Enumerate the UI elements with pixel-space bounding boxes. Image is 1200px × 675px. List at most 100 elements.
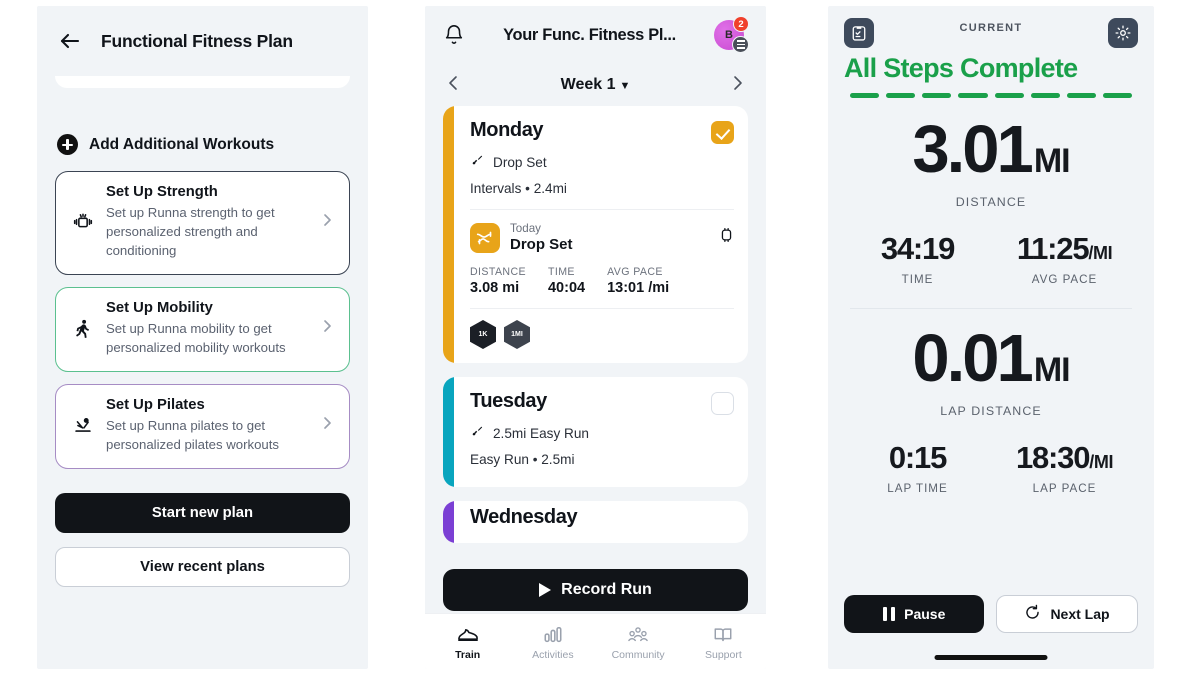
- time-metric: 34:19 TIME: [844, 231, 991, 286]
- day-card-monday[interactable]: Monday Drop Set Intervals • 2.4mi Today …: [443, 106, 748, 363]
- day-workout-row: Drop Set: [470, 152, 734, 172]
- setup-card-pilates-desc: Set up Runna pilates to get personalized…: [106, 418, 279, 452]
- stat-distance-label: DISTANCE: [470, 266, 526, 278]
- lap-pace-metric: 18:30/MI LAP PACE: [991, 440, 1138, 495]
- panel2-header: Your Func. Fitness Pl... B 2: [425, 6, 766, 64]
- week-selector[interactable]: Week 1 ▼: [465, 76, 726, 94]
- record-run-button[interactable]: Record Run: [443, 569, 748, 611]
- tab-train-label: Train: [455, 648, 481, 661]
- workout-thumb-icon: [470, 222, 500, 253]
- day-card-tuesday[interactable]: Tuesday 2.5mi Easy Run Easy Run • 2.5mi: [443, 377, 748, 487]
- day-stripe: [443, 106, 454, 363]
- avg-pace-value: 11:25: [1016, 230, 1090, 266]
- lap-distance-metric: 0.01 MI LAP DISTANCE: [844, 325, 1138, 418]
- setup-card-pilates-body: Set Up Pilates Set up Runna pilates to g…: [106, 397, 309, 454]
- day-card-body: Monday Drop Set Intervals • 2.4mi Today …: [454, 106, 748, 363]
- bell-icon[interactable]: [443, 24, 465, 46]
- next-lap-label: Next Lap: [1050, 606, 1110, 622]
- stat-time-value: 40:04: [547, 280, 586, 296]
- gear-icon[interactable]: [1108, 18, 1138, 48]
- time-label: TIME: [901, 272, 934, 286]
- lap-distance-value: 0.01: [912, 320, 1033, 396]
- day-complete-checkbox[interactable]: [711, 121, 734, 144]
- step-dash: [922, 93, 952, 98]
- day-name: Monday: [470, 119, 544, 141]
- distance-value-row: 3.01 MI: [844, 116, 1138, 183]
- dumbbell-icon: [70, 210, 96, 234]
- day-card-body: Tuesday 2.5mi Easy Run Easy Run • 2.5mi: [454, 377, 748, 487]
- chevron-right-icon[interactable]: [726, 74, 746, 96]
- setup-card-strength[interactable]: Set Up Strength Set up Runna strength to…: [55, 171, 350, 275]
- lap-distance-unit: MI: [1033, 350, 1071, 389]
- avg-pace-value-row: 11:25/MI: [991, 231, 1138, 267]
- step-dash: [958, 93, 988, 98]
- setup-card-strength-body: Set Up Strength Set up Runna strength to…: [106, 184, 309, 260]
- runner-icon: [70, 317, 96, 341]
- tab-activities[interactable]: Activities: [510, 623, 595, 661]
- arrow-left-icon[interactable]: [57, 28, 83, 54]
- current-kicker: CURRENT: [959, 22, 1023, 34]
- setup-card-mobility-desc: Set up Runna mobility to get personalize…: [106, 321, 286, 355]
- activity-name: Drop Set: [510, 236, 573, 253]
- step-dash: [1030, 93, 1060, 98]
- chevron-left-icon[interactable]: [445, 74, 465, 96]
- setup-card-mobility-body: Set Up Mobility Set up Runna mobility to…: [106, 300, 309, 357]
- home-indicator: [934, 655, 1048, 660]
- tab-community[interactable]: Community: [596, 623, 681, 661]
- lap-pace-unit: /MI: [1089, 451, 1114, 472]
- day-card-wednesday[interactable]: Wednesday: [443, 501, 748, 543]
- pause-label: Pause: [904, 606, 946, 622]
- activity-when: Today: [510, 222, 541, 235]
- people-icon: [596, 623, 681, 647]
- activity-stats: DISTANCE 3.08 mi TIME 40:04 AVG PACE 13:…: [470, 253, 734, 296]
- lap-time-label: LAP TIME: [887, 481, 948, 495]
- avatar[interactable]: B 2: [714, 16, 749, 53]
- step-dash: [1102, 93, 1132, 98]
- lap-pace-label: LAP PACE: [1032, 481, 1097, 495]
- lap-time-value: 0:15: [888, 439, 947, 475]
- plus-circle-icon: [57, 134, 78, 155]
- live-run-header: CURRENT: [844, 18, 1138, 48]
- time-value: 34:19: [880, 230, 955, 266]
- page-title: Functional Fitness Plan: [101, 30, 293, 51]
- live-run-screen: CURRENT All Steps Complete 3.01 MI DISTA…: [828, 6, 1154, 669]
- tab-train[interactable]: Train: [425, 623, 510, 661]
- next-lap-button[interactable]: Next Lap: [996, 595, 1138, 633]
- distance-value: 3.01: [912, 111, 1033, 187]
- activity-row[interactable]: Today Drop Set: [470, 210, 734, 253]
- shoe-speed-icon: [470, 152, 485, 172]
- step-progress-dashes: [844, 84, 1138, 98]
- tab-support[interactable]: Support: [681, 623, 766, 661]
- day-card-body: Wednesday: [454, 501, 748, 543]
- day-complete-checkbox[interactable]: [711, 392, 734, 415]
- step-dash: [994, 93, 1024, 98]
- day-stripe: [443, 501, 454, 543]
- clipboard-check-icon[interactable]: [844, 18, 874, 48]
- lap-distance-label: LAP DISTANCE: [940, 403, 1042, 418]
- bar-chart-icon: [510, 623, 595, 647]
- shoe-speed-icon: [470, 423, 485, 443]
- add-additional-workouts-row[interactable]: Add Additional Workouts: [37, 88, 368, 155]
- setup-card-pilates[interactable]: Set Up Pilates Set up Runna pilates to g…: [55, 384, 350, 469]
- badge-1mi[interactable]: 1MI: [504, 320, 530, 349]
- view-recent-plans-button[interactable]: View recent plans: [55, 547, 350, 587]
- achievement-badges: 1K 1MI: [470, 309, 734, 349]
- badge-1k[interactable]: 1K: [470, 320, 496, 349]
- start-new-plan-button[interactable]: Start new plan: [55, 493, 350, 533]
- record-run-label: Record Run: [561, 581, 652, 598]
- section-divider: [850, 307, 1132, 309]
- book-icon: [681, 623, 766, 647]
- lap-pace-value: 18:30: [1015, 439, 1091, 475]
- all-steps-complete-title: All Steps Complete: [844, 53, 1078, 83]
- phone-panel-week-plan: Your Func. Fitness Pl... B 2 Week 1 ▼ Mo…: [425, 6, 766, 669]
- live-run-status-block: CURRENT: [874, 18, 1108, 34]
- plan-title: Your Func. Fitness Pl...: [503, 25, 676, 44]
- phone-panel-plan-setup: Functional Fitness Plan Add Additional W…: [37, 6, 368, 669]
- pause-button[interactable]: Pause: [844, 595, 984, 633]
- day-workout-title: Drop Set: [493, 154, 547, 170]
- setup-card-mobility-title: Set Up Mobility: [106, 300, 213, 316]
- day-workout-meta: Intervals • 2.4mi: [470, 181, 567, 196]
- setup-card-mobility[interactable]: Set Up Mobility Set up Runna mobility to…: [55, 287, 350, 372]
- hamburger-icon[interactable]: [732, 36, 749, 53]
- week-label-text: Week 1: [560, 76, 616, 93]
